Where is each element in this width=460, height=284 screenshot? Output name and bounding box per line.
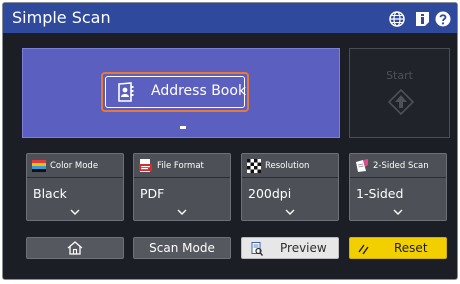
app-title: Simple Scan: [12, 8, 111, 27]
file-format-label: File Format: [157, 161, 204, 171]
home-icon: [67, 241, 83, 255]
preview-icon: [251, 242, 263, 256]
scanner-panel: Simple Scan Address Book Start Color Mod…: [2, 2, 458, 280]
chevron-down-icon: [70, 209, 80, 215]
destination-panel: Address Book: [22, 48, 340, 138]
info-icon[interactable]: [415, 11, 431, 27]
reset-label: Reset: [394, 241, 428, 255]
divider: [242, 177, 338, 178]
file-format-tile[interactable]: File Format PDF: [133, 153, 231, 221]
address-book-icon: [118, 82, 134, 102]
globe-icon[interactable]: [389, 11, 405, 27]
color-mode-value: Black: [33, 186, 67, 201]
start-button[interactable]: Start: [349, 48, 450, 138]
divider: [27, 177, 123, 178]
resolution-label: Resolution: [265, 161, 310, 171]
resolution-icon: [247, 159, 261, 173]
pdf-file-icon: [139, 159, 152, 172]
preview-label: Preview: [280, 241, 327, 255]
file-format-value: PDF: [140, 186, 165, 201]
start-label: Start: [386, 69, 413, 82]
scan-mode-label: Scan Mode: [149, 241, 215, 255]
color-mode-icon: [32, 160, 46, 172]
preview-button[interactable]: Preview: [241, 237, 339, 259]
reset-icon: [358, 244, 369, 255]
two-sided-scan-value: 1-Sided: [356, 186, 404, 201]
resolution-value: 200dpi: [248, 186, 292, 201]
address-book-button[interactable]: Address Book: [101, 72, 249, 112]
divider: [134, 177, 230, 178]
divider: [350, 177, 446, 178]
two-sided-scan-icon: [356, 159, 368, 172]
two-sided-scan-label: 2-Sided Scan: [373, 161, 429, 171]
scan-mode-button[interactable]: Scan Mode: [133, 237, 231, 259]
chevron-down-icon: [285, 209, 295, 215]
chevron-down-icon: [393, 209, 403, 215]
help-icon[interactable]: [435, 11, 451, 27]
home-button[interactable]: [26, 237, 124, 259]
title-bar: Simple Scan: [3, 3, 457, 33]
resolution-tile[interactable]: Resolution 200dpi: [241, 153, 339, 221]
start-icon: [388, 89, 414, 115]
page-indicator: [180, 126, 186, 129]
two-sided-scan-tile[interactable]: 2-Sided Scan 1-Sided: [349, 153, 447, 221]
reset-button[interactable]: Reset: [349, 237, 447, 259]
address-book-label: Address Book: [151, 83, 247, 99]
chevron-down-icon: [177, 209, 187, 215]
color-mode-tile[interactable]: Color Mode Black: [26, 153, 124, 221]
color-mode-label: Color Mode: [50, 161, 99, 171]
